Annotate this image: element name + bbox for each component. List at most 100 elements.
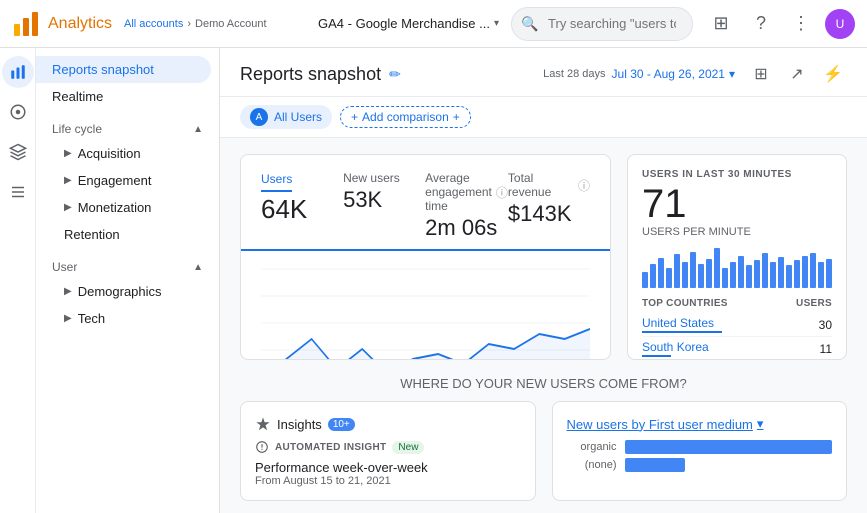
breadcrumb-all-accounts[interactable]: All accounts bbox=[124, 18, 183, 30]
search-wrapper: 🔍 bbox=[511, 7, 693, 41]
realtime-table-header: TOP COUNTRIES USERS bbox=[642, 298, 832, 309]
automated-row: AUTOMATED INSIGHT New bbox=[255, 440, 521, 454]
new-users-card: New users by First user medium ▾ organic… bbox=[552, 401, 848, 501]
mini-bar-14 bbox=[746, 265, 752, 288]
apps-icon-btn[interactable]: ⊞ bbox=[705, 8, 737, 40]
user-collapse-icon[interactable]: ▲ bbox=[193, 262, 203, 273]
nav-label-engagement: Engagement bbox=[78, 173, 152, 188]
date-range: Last 28 days Jul 30 - Aug 26, 2021 ▾ bbox=[543, 67, 735, 81]
realtime-sublabel: USERS PER MINUTE bbox=[642, 226, 832, 238]
mini-bar-7 bbox=[690, 252, 696, 288]
account-name: GA4 - Google Merchandise ... bbox=[318, 16, 490, 31]
metric-users: Users 64K bbox=[261, 171, 343, 241]
users-value: 64K bbox=[261, 194, 343, 225]
mini-bar-5 bbox=[674, 254, 680, 288]
nav-label-acquisition: Acquisition bbox=[78, 146, 141, 161]
nav-label-realtime: Realtime bbox=[52, 89, 103, 104]
lifecycle-collapse-icon[interactable]: ▲ bbox=[193, 124, 203, 135]
nav-item-engagement[interactable]: ▶ Engagement bbox=[36, 167, 211, 194]
customize-icon[interactable]: ⊞ bbox=[747, 60, 775, 88]
revenue-info-icon[interactable]: ⓘ bbox=[578, 177, 590, 194]
main-layout: Reports snapshot Realtime Life cycle ▲ ▶… bbox=[0, 48, 867, 513]
breadcrumb-account[interactable]: Demo Account bbox=[195, 18, 267, 30]
rt-users-kr: 11 bbox=[820, 342, 832, 356]
nav-item-acquisition[interactable]: ▶ Acquisition bbox=[36, 140, 211, 167]
add-comparison-plus-icon: + bbox=[453, 110, 460, 124]
insights-icon[interactable]: ⚡ bbox=[819, 60, 847, 88]
all-users-chip[interactable]: A All Users bbox=[240, 105, 332, 129]
share-icon[interactable]: ↗ bbox=[783, 60, 811, 88]
mini-bar-17 bbox=[770, 262, 776, 288]
lifecycle-label: Life cycle bbox=[52, 122, 102, 136]
insight-title: Performance week-over-week bbox=[255, 460, 521, 475]
bar-label-organic: organic bbox=[567, 441, 617, 453]
rt-users-col-header: USERS bbox=[796, 298, 832, 309]
content-header: Reports snapshot ✏ Last 28 days Jul 30 -… bbox=[220, 48, 867, 97]
engagement-info-icon[interactable]: ⓘ bbox=[496, 184, 508, 201]
engagement-value: 2m 06s bbox=[425, 215, 508, 241]
mini-bar-4 bbox=[666, 268, 672, 288]
date-range-dropdown-icon: ▾ bbox=[729, 67, 735, 81]
rt-row-us: United States 30 bbox=[642, 313, 832, 337]
sidebar-icon-reports[interactable] bbox=[2, 56, 34, 88]
new-users-value: 53K bbox=[343, 187, 425, 213]
sidebar-icon-explore[interactable] bbox=[2, 96, 34, 128]
mini-bar-15 bbox=[754, 260, 760, 288]
logo-area: Analytics bbox=[12, 10, 112, 38]
page-title-row: Reports snapshot ✏ bbox=[240, 64, 401, 85]
avatar[interactable]: U bbox=[825, 9, 855, 39]
new-users-title[interactable]: New users by First user medium ▾ bbox=[567, 416, 764, 432]
sidebar-icon-advertising[interactable] bbox=[2, 136, 34, 168]
nav-label-retention: Retention bbox=[64, 227, 120, 242]
filter-bar: A All Users + Add comparison + bbox=[220, 97, 867, 138]
rt-country-kr: South Korea bbox=[642, 340, 709, 357]
header-action-icons: ⊞ ↗ ⚡ bbox=[747, 60, 847, 88]
header-right: Last 28 days Jul 30 - Aug 26, 2021 ▾ ⊞ ↗… bbox=[543, 60, 847, 88]
new-users-label: New users bbox=[343, 171, 425, 185]
insights-title: Insights bbox=[277, 417, 322, 432]
edit-title-icon[interactable]: ✏ bbox=[389, 66, 401, 83]
nav-item-demographics[interactable]: ▶ Demographics bbox=[36, 278, 211, 305]
main-content: Reports snapshot ✏ Last 28 days Jul 30 -… bbox=[220, 48, 867, 513]
mini-bar-6 bbox=[682, 262, 688, 288]
more-icon-btn[interactable]: ⋮ bbox=[785, 8, 817, 40]
nav-label-reports-snapshot: Reports snapshot bbox=[52, 62, 154, 77]
bottom-cards: Insights 10+ AUTOMATED INSIGHT New Perfo… bbox=[240, 401, 847, 501]
nav-item-monetization[interactable]: ▶ Monetization bbox=[36, 194, 211, 221]
revenue-label: Total revenue ⓘ bbox=[508, 171, 590, 199]
bottom-section: WHERE DO YOUR NEW USERS COME FROM? Insig… bbox=[220, 376, 867, 513]
nav-item-tech[interactable]: ▶ Tech bbox=[36, 305, 211, 332]
add-comparison-button[interactable]: + Add comparison + bbox=[340, 106, 471, 128]
sidebar-nav: Reports snapshot Realtime Life cycle ▲ ▶… bbox=[36, 48, 220, 513]
mini-bar-9 bbox=[706, 259, 712, 288]
tech-expand-icon: ▶ bbox=[64, 313, 72, 324]
mini-bar-12 bbox=[730, 262, 736, 288]
section-title: WHERE DO YOUR NEW USERS COME FROM? bbox=[240, 376, 847, 391]
realtime-value: 71 bbox=[642, 184, 832, 224]
chart-area: 01 Aug 08 15 22 bbox=[241, 251, 610, 360]
metric-revenue: Total revenue ⓘ $143K bbox=[508, 171, 590, 241]
nav-item-retention[interactable]: Retention bbox=[36, 221, 211, 248]
nav-item-reports-snapshot[interactable]: Reports snapshot bbox=[36, 56, 211, 83]
sidebar-icon-configure[interactable] bbox=[2, 176, 34, 208]
search-icon: 🔍 bbox=[521, 15, 538, 32]
insights-sparkle-icon bbox=[255, 416, 271, 432]
nav-item-realtime[interactable]: Realtime bbox=[36, 83, 211, 110]
automated-label: AUTOMATED INSIGHT bbox=[275, 442, 386, 453]
help-icon-btn[interactable]: ? bbox=[745, 8, 777, 40]
account-selector[interactable]: GA4 - Google Merchandise ... ▾ bbox=[318, 16, 499, 31]
mini-bar-18 bbox=[778, 257, 784, 288]
realtime-label: USERS IN LAST 30 MINUTES bbox=[642, 169, 832, 180]
bar-row-organic: organic bbox=[567, 440, 833, 454]
bar-row-none: (none) bbox=[567, 458, 833, 472]
mini-bar-1 bbox=[642, 272, 648, 288]
user-section: User ▲ bbox=[36, 248, 219, 278]
sidebar-nav-items: Reports snapshot Realtime Life cycle ▲ ▶… bbox=[36, 48, 219, 513]
mini-bar-19 bbox=[786, 265, 792, 288]
rt-country-us: United States bbox=[642, 316, 722, 333]
metric-engagement: Average engagement time ⓘ 2m 06s bbox=[425, 171, 508, 241]
bar-fill-none bbox=[625, 458, 685, 472]
topbar: Analytics All accounts › Demo Account GA… bbox=[0, 0, 867, 48]
date-range-button[interactable]: Jul 30 - Aug 26, 2021 ▾ bbox=[612, 67, 735, 81]
sidebar-icons-column bbox=[0, 48, 36, 513]
